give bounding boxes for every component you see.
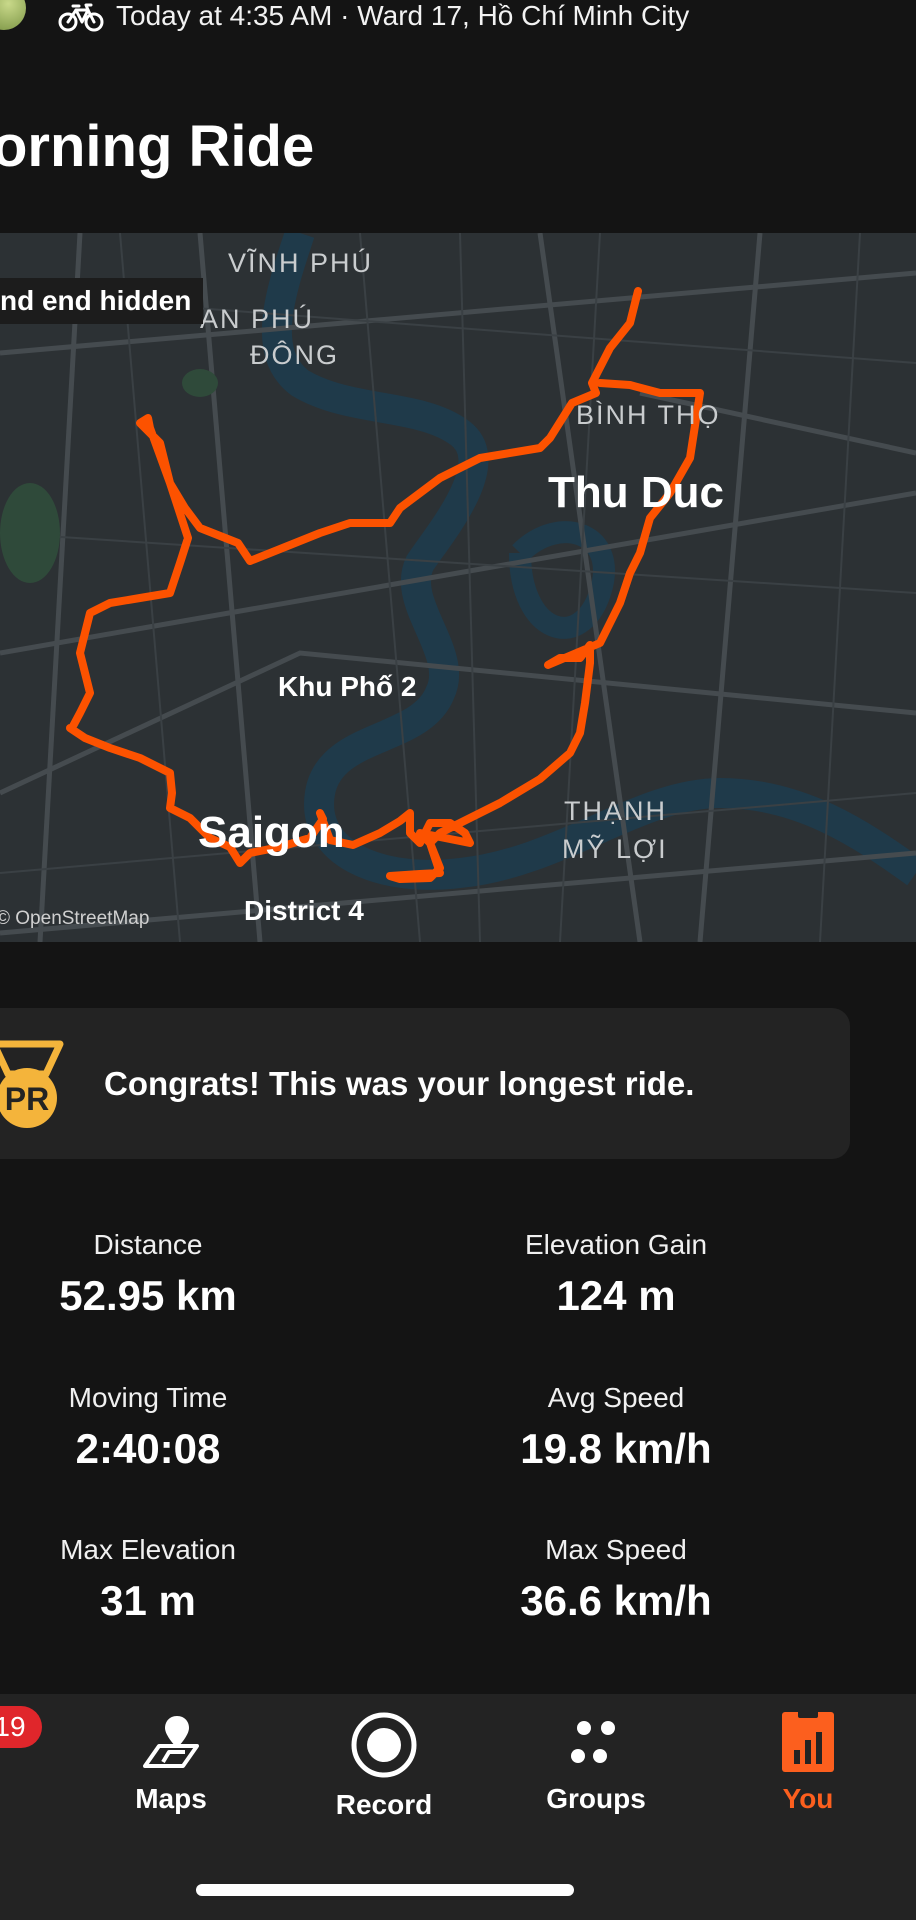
- home-indicator[interactable]: [196, 1884, 574, 1896]
- map-label-binh-tho: BÌNH THỌ: [576, 400, 721, 430]
- map-label-saigon: Saigon: [198, 808, 345, 857]
- stat-avg-speed: Avg Speed 19.8 km/h: [456, 1381, 776, 1475]
- map-label-khu-pho: Khu Phố 2: [278, 671, 417, 702]
- maps-icon: [143, 1716, 199, 1768]
- map-label-district4: District 4: [244, 895, 364, 926]
- achievement-message: Congrats! This was your longest ride.: [104, 1065, 695, 1102]
- nav-groups[interactable]: Groups: [496, 1710, 696, 1816]
- nav-label-maps: Maps: [135, 1783, 207, 1814]
- stat-max-elevation: Max Elevation 31 m: [0, 1533, 308, 1627]
- map-label-thu-duc: Thu Duc: [548, 468, 724, 517]
- pr-medal-icon: PR: [0, 1040, 64, 1128]
- nav-label-groups: Groups: [546, 1783, 646, 1814]
- avatar[interactable]: [0, 0, 26, 30]
- stat-label: Elevation Gain: [524, 1229, 708, 1260]
- stat-label: Max Elevation: [60, 1534, 236, 1565]
- map-label-my-loi: MỸ LỢI: [562, 834, 668, 864]
- route-map[interactable]: VĨNH PHÚ AN PHÚ ĐÔNG BÌNH THỌ Thu Duc Kh…: [0, 233, 916, 942]
- pr-medal-text: PR: [5, 1081, 49, 1117]
- notification-badge[interactable]: 19: [0, 1706, 42, 1748]
- activity-meta: Today at 4:35 AM · Ward 17, Hồ Chí Minh …: [116, 0, 690, 31]
- stat-elevation-gain: Elevation Gain 124 m: [456, 1228, 776, 1322]
- nav-label-you: You: [782, 1783, 834, 1814]
- groups-icon: [571, 1721, 615, 1763]
- map-canvas: [0, 233, 916, 942]
- nav-record[interactable]: Record: [284, 1710, 484, 1822]
- stat-label: Avg Speed: [547, 1382, 685, 1413]
- stat-label: Max Speed: [545, 1534, 687, 1565]
- nav-label-record: Record: [335, 1789, 433, 1820]
- record-icon: [351, 1712, 417, 1778]
- stat-distance: Distance 52.95 km: [0, 1228, 308, 1322]
- you-icon: [782, 1710, 834, 1772]
- map-label-vinh-phu: VĨNH PHÚ: [228, 248, 374, 278]
- stat-value: 31 m: [100, 1577, 196, 1624]
- stat-value: 124 m: [556, 1272, 676, 1319]
- stat-value: 52.95 km: [59, 1272, 237, 1319]
- map-label-an-phu: AN PHÚ: [200, 304, 315, 334]
- map-label-an-phu-dong: ĐÔNG: [250, 340, 339, 370]
- map-label-thanh: THẠNH: [564, 796, 667, 826]
- stat-value: 36.6 km/h: [520, 1577, 712, 1624]
- stat-label: Moving Time: [68, 1382, 228, 1413]
- stat-value: 2:40:08: [75, 1425, 221, 1472]
- stat-moving-time: Moving Time 2:40:08: [0, 1381, 308, 1475]
- privacy-badge: nd end hidden: [0, 278, 204, 324]
- nav-you[interactable]: You: [708, 1710, 908, 1816]
- stat-max-speed: Max Speed 36.6 km/h: [456, 1533, 776, 1627]
- nav-maps[interactable]: Maps: [71, 1710, 271, 1816]
- stat-label: Distance: [93, 1229, 203, 1260]
- roads: [0, 233, 916, 942]
- stat-value: 19.8 km/h: [520, 1425, 712, 1472]
- activity-title: orning Ride: [0, 114, 315, 179]
- bike-icon: [58, 3, 104, 32]
- map-credit[interactable]: © OpenStreetMap: [0, 908, 149, 930]
